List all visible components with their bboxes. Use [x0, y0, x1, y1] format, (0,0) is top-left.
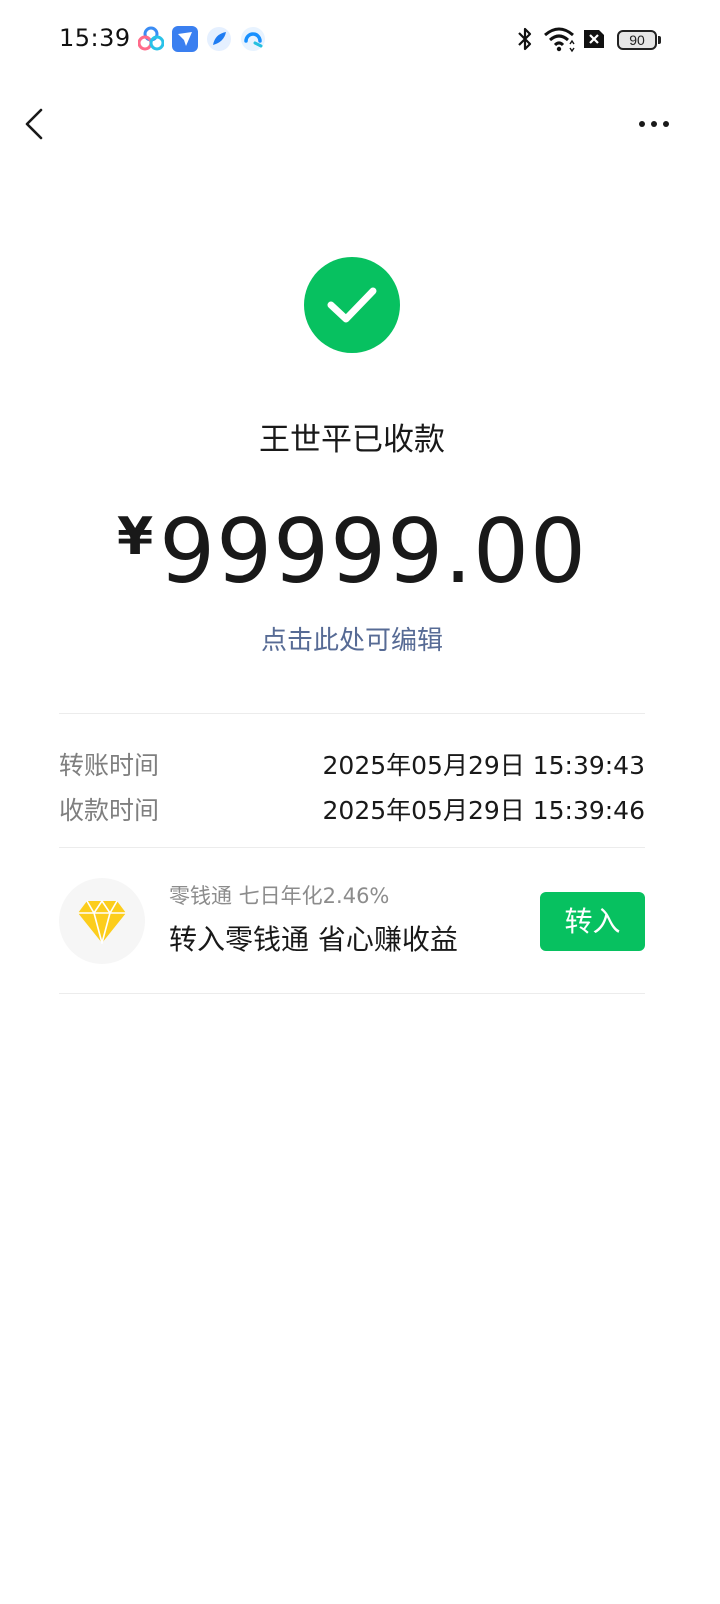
detail-row-transfer-time: 转账时间 2025年05月29日 15:39:43: [59, 746, 645, 786]
battery-tip: [658, 36, 661, 44]
promo-icon-container: [59, 878, 145, 964]
battery-icon: 90: [617, 30, 657, 50]
promo-title: 转入零钱通 省心赚收益: [169, 923, 458, 956]
more-dots-icon: [628, 121, 682, 152]
receiver-status-text: 王世平已收款: [259, 422, 445, 458]
edit-hint-link[interactable]: 点击此处可编辑: [0, 620, 704, 657]
qq-browser-icon: [240, 26, 266, 52]
feather-app-icon: [206, 26, 232, 52]
baidu-netdisk-icon: [137, 26, 165, 52]
status-bar: 15:39 90: [0, 0, 720, 80]
detail-label: 转账时间: [59, 751, 160, 780]
bluetooth-icon: [514, 24, 536, 58]
transfer-in-button[interactable]: 转入: [540, 892, 645, 951]
currency-symbol: ¥: [116, 507, 154, 567]
wifi-icon: [543, 24, 575, 58]
divider-middle: [59, 847, 645, 848]
more-button[interactable]: [628, 100, 682, 148]
detail-value: 2025年05月29日 15:39:43: [322, 751, 645, 780]
sim-disabled-icon: [582, 24, 606, 58]
checkmark-circle-icon: [304, 257, 400, 353]
amount-row: ¥99999.00: [0, 500, 704, 603]
divider-top: [59, 713, 645, 714]
amount-value: 99999.00: [159, 500, 588, 603]
detail-row-receive-time: 收款时间 2025年05月29日 15:39:46: [59, 791, 645, 831]
divider-bottom: [59, 993, 645, 994]
detail-label: 收款时间: [59, 796, 160, 825]
promo-subtitle: 零钱通 七日年化2.46%: [169, 884, 390, 908]
chevron-left-icon: [14, 108, 62, 152]
detail-value: 2025年05月29日 15:39:46: [322, 796, 645, 825]
status-time: 15:39: [59, 24, 131, 52]
back-button[interactable]: [14, 100, 62, 148]
dingtalk-icon: [172, 26, 198, 52]
